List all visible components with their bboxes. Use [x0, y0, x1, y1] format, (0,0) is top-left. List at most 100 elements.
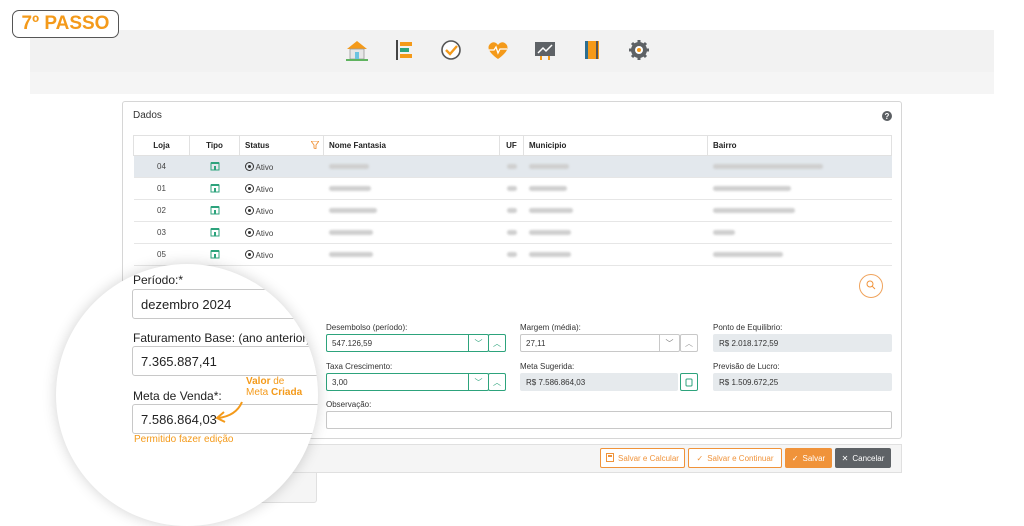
periodo-label: Período:* [133, 273, 184, 287]
search-icon [866, 277, 876, 295]
status-radio-icon [244, 205, 254, 215]
desembolso-value: 547.126,59 [332, 338, 373, 348]
col-status[interactable]: Status [239, 135, 324, 156]
redacted-cell [499, 199, 524, 222]
table-row[interactable]: 02 Ativo [133, 199, 892, 222]
sub-toolbar [30, 72, 994, 94]
annotation-word: de [273, 376, 285, 387]
faturamento-input[interactable]: 7.365.887,41 [132, 346, 318, 376]
table-row[interactable]: 01 Ativo [133, 177, 892, 200]
col-uf[interactable]: UF [499, 135, 524, 156]
cancelar-button[interactable]: ✕ Cancelar [835, 448, 891, 468]
redacted-cell [499, 155, 524, 178]
salvar-button[interactable]: ✓ Salvar [785, 448, 832, 468]
panel-title: Dados [133, 110, 162, 121]
copy-icon[interactable] [680, 373, 698, 391]
annotation-word: Criada [271, 387, 303, 398]
redacted-cell [323, 177, 500, 200]
annotation-callout: Valor de Meta Criada [246, 376, 302, 398]
status-text: Ativo [255, 228, 274, 238]
cancelar-label: Cancelar [852, 453, 885, 463]
status-cell: Ativo [239, 177, 324, 200]
heart-pulse-icon[interactable] [479, 36, 516, 64]
chevron-up-icon[interactable]: ︿ [680, 334, 698, 352]
loja-cell: 02 [133, 199, 190, 222]
redacted-cell [523, 155, 708, 178]
search-button[interactable] [859, 274, 883, 298]
loja-cell: 01 [133, 177, 190, 200]
salvar-calcular-button[interactable]: Salvar e Calcular [600, 448, 685, 468]
redacted-cell [323, 221, 500, 244]
loja-cell: 04 [133, 155, 190, 178]
chevron-down-icon[interactable]: ﹀ [468, 335, 488, 351]
salvar-calcular-label: Salvar e Calcular [618, 453, 679, 463]
check-circle-icon[interactable] [432, 36, 469, 64]
redacted-cell [707, 221, 892, 244]
store-icon [189, 199, 240, 222]
periodo-input[interactable]: dezembro 2024 [132, 289, 318, 319]
status-cell: Ativo [239, 199, 324, 222]
taxa-value: 3,00 [332, 377, 348, 387]
observacao-label: Observação: [326, 400, 372, 409]
calculator-icon [606, 452, 615, 464]
chevron-down-icon[interactable]: ﹀ [659, 335, 679, 351]
previsao-field: R$ 1.509.672,25 [713, 373, 892, 391]
chevron-up-icon[interactable]: ︿ [488, 334, 506, 352]
loja-cell: 05 [133, 243, 190, 266]
col-nome-fantasia[interactable]: Nome Fantasia [323, 135, 500, 156]
ponto-equilibrio-field: R$ 2.018.172,59 [713, 334, 892, 352]
redacted-cell [707, 155, 892, 178]
col-tipo[interactable]: Tipo [189, 135, 240, 156]
meta-venda-label: Meta de Venda*: [133, 389, 222, 403]
redacted-cell [323, 199, 500, 222]
salvar-continuar-label: Salvar e Continuar [707, 453, 774, 463]
col-loja[interactable]: Loja [133, 135, 190, 156]
taxa-label: Taxa Crescimento: [326, 362, 393, 371]
taxa-input[interactable]: 3,00 ﹀ [326, 373, 489, 391]
redacted-cell [323, 155, 500, 178]
check-icon: ✓ [791, 453, 799, 463]
table-row[interactable]: 03 Ativo [133, 221, 892, 244]
previsao-label: Previsão de Lucro: [713, 362, 780, 371]
home-icon[interactable] [338, 36, 375, 64]
margem-input[interactable]: 27,11 ﹀ [520, 334, 680, 352]
desembolso-input[interactable]: 547.126,59 ﹀ [326, 334, 489, 352]
chevron-up-icon[interactable]: ︿ [488, 373, 506, 391]
redacted-cell [523, 199, 708, 222]
annotation-word: Meta [246, 387, 269, 398]
chart-board-icon[interactable] [526, 36, 563, 64]
store-icon [189, 243, 240, 266]
margem-label: Margem (média): [520, 323, 581, 332]
status-radio-icon [244, 227, 254, 237]
observacao-input[interactable] [326, 411, 892, 429]
help-icon[interactable]: ? [882, 111, 892, 121]
redacted-cell [707, 177, 892, 200]
redacted-cell [499, 177, 524, 200]
store-icon [189, 177, 240, 200]
close-icon: ✕ [841, 453, 849, 463]
loja-cell: 03 [133, 221, 190, 244]
status-text: Ativo [255, 184, 274, 194]
salvar-label: Salvar [802, 453, 826, 463]
gear-icon[interactable] [620, 36, 657, 64]
table-row[interactable]: 04 Ativo [133, 155, 892, 178]
redacted-cell [523, 177, 708, 200]
redacted-cell [707, 199, 892, 222]
margem-value: 27,11 [526, 338, 546, 348]
status-text: Ativo [255, 250, 274, 260]
desembolso-label: Desembolso (período): [326, 323, 408, 332]
chevron-down-icon[interactable]: ﹀ [468, 374, 488, 390]
salvar-continuar-button[interactable]: ✓ Salvar e Continuar [688, 448, 782, 468]
table-row[interactable]: 05 Ativo [133, 243, 892, 266]
col-bairro[interactable]: Bairro [707, 135, 892, 156]
list-icon[interactable] [385, 36, 422, 64]
meta-sugerida-label: Meta Sugerida: [520, 362, 575, 371]
annotation-arrow-icon [215, 401, 243, 423]
redacted-cell [499, 221, 524, 244]
stores-table: Loja Tipo Status Nome Fantasia UF Munici… [133, 135, 892, 266]
filter-icon[interactable] [310, 140, 320, 151]
col-municipio[interactable]: Municipio [523, 135, 708, 156]
notebook-icon[interactable] [573, 36, 610, 64]
status-text: Ativo [255, 162, 274, 172]
status-radio-icon [244, 161, 254, 171]
